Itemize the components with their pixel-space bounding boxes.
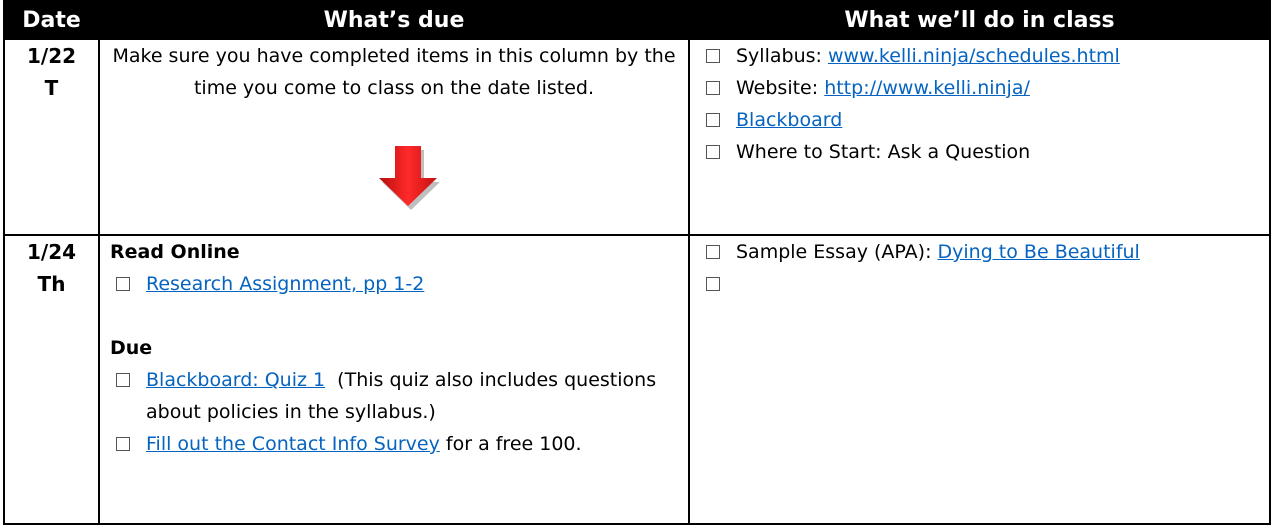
list-item: Website: http://www.kelli.ninja/ (690, 72, 1269, 104)
arrow-down-icon (376, 146, 442, 212)
checkbox-icon[interactable] (690, 104, 736, 127)
checkbox-icon[interactable] (100, 428, 146, 451)
checkbox-icon[interactable] (100, 364, 146, 387)
list-item: Sample Essay (APA): Dying to Be Beautifu… (690, 236, 1269, 268)
due-instructions: Make sure you have completed items in th… (112, 45, 676, 99)
header-due: What’s due (98, 0, 690, 40)
list-item: Fill out the Contact Info Survey for a f… (100, 428, 688, 460)
item-label: Website: (736, 77, 825, 99)
list-item: Syllabus: www.kelli.ninja/schedules.html (690, 40, 1269, 72)
list-item: Research Assignment, pp 1-2 (100, 268, 688, 300)
header-row: Date What’s due What we’ll do in class (3, 0, 1271, 40)
due-cell: Read Online Research Assignment, pp 1-2 … (98, 234, 690, 525)
date-label: 1/22 (26, 44, 77, 68)
class-cell: Sample Essay (APA): Dying to Be Beautifu… (688, 234, 1271, 525)
checkbox-icon[interactable] (690, 268, 736, 291)
date-label: 1/24 (26, 240, 77, 264)
checkbox-icon[interactable] (690, 40, 736, 63)
schedule-table: Date What’s due What we’ll do in class 1… (3, 0, 1271, 525)
list-item: Where to Start: Ask a Question (690, 136, 1269, 168)
list-item (690, 268, 1269, 291)
table-row: 1/24 Th Read Online Research Assignment,… (3, 234, 1271, 525)
list-item: Blackboard: Quiz 1 (This quiz also inclu… (100, 364, 688, 428)
research-assignment-link[interactable]: Research Assignment, pp 1-2 (146, 273, 424, 295)
syllabus-link[interactable]: www.kelli.ninja/schedules.html (828, 45, 1120, 67)
checkbox-icon[interactable] (100, 268, 146, 291)
due-cell: Make sure you have completed items in th… (98, 38, 690, 236)
day-label: Th (37, 272, 66, 296)
date-cell: 1/22 T (3, 38, 100, 236)
quiz-link[interactable]: Blackboard: Quiz 1 (146, 369, 325, 391)
checkbox-icon[interactable] (690, 236, 736, 259)
item-label: Syllabus: (736, 45, 828, 67)
checkbox-icon[interactable] (690, 136, 736, 159)
read-online-heading: Read Online (110, 241, 240, 263)
checkbox-icon[interactable] (690, 72, 736, 95)
day-label: T (44, 76, 59, 100)
blackboard-link[interactable]: Blackboard (736, 109, 842, 131)
header-class: What we’ll do in class (688, 0, 1271, 40)
item-label: Where to Start: Ask a Question (736, 141, 1031, 163)
table-row: 1/22 T Make sure you have completed item… (3, 38, 1271, 236)
class-cell: Syllabus: www.kelli.ninja/schedules.html… (688, 38, 1271, 236)
header-date: Date (3, 0, 100, 40)
item-note: for a free 100. (439, 433, 582, 455)
website-link[interactable]: http://www.kelli.ninja/ (824, 77, 1030, 99)
sample-essay-link[interactable]: Dying to Be Beautiful (938, 241, 1140, 263)
list-item: Blackboard (690, 104, 1269, 136)
date-cell: 1/24 Th (3, 234, 100, 525)
due-heading: Due (110, 337, 153, 359)
item-label: Sample Essay (APA): (736, 241, 938, 263)
survey-link[interactable]: Fill out the Contact Info Survey (146, 433, 440, 455)
